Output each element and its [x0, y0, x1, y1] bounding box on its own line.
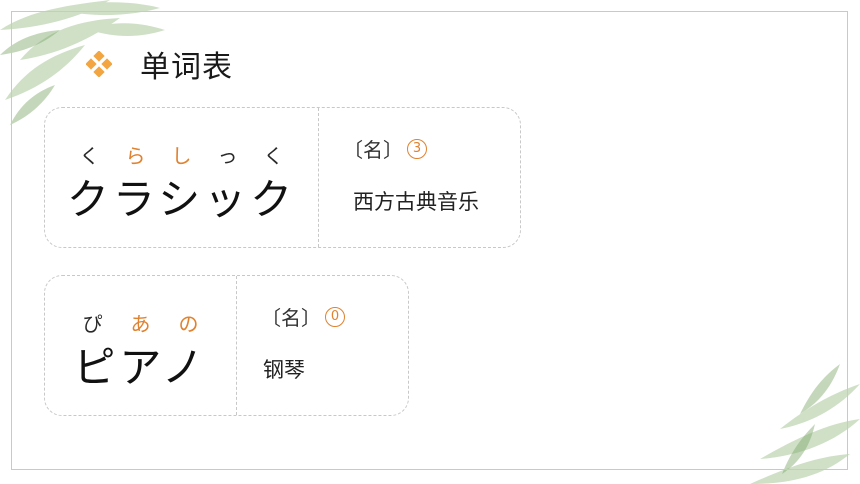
part-of-speech-line: 〔名〕 3: [343, 134, 427, 163]
pitch-accent-badge: 3: [407, 138, 427, 159]
furigana-char: く: [263, 144, 284, 168]
furigana-char: の: [178, 312, 199, 336]
vocab-card: く ら し っ く クラシック 〔名〕 3 西方古典音乐: [44, 107, 521, 248]
meaning-text: 钢琴: [263, 358, 305, 382]
part-of-speech-line: 〔名〕 0: [261, 302, 345, 331]
furigana-char: し: [171, 144, 192, 168]
word-pane: く ら し っ く クラシック: [45, 108, 319, 247]
furigana-char: ら: [125, 144, 146, 168]
page-title: 单词表: [140, 50, 233, 85]
word-pane: ぴ あ の ピアノ: [45, 276, 237, 415]
furigana-char: あ: [130, 312, 151, 336]
furigana-row: く ら し っ く: [45, 140, 318, 169]
meaning-pane: 〔名〕 3 西方古典音乐: [319, 108, 520, 247]
furigana-char: く: [79, 144, 100, 168]
katakana-word: クラシック: [66, 175, 297, 224]
part-of-speech: 〔名〕: [343, 138, 403, 162]
diamond-cluster-icon: [86, 51, 112, 77]
furigana-row: ぴ あ の: [45, 308, 236, 337]
title-row: 单词表: [86, 44, 233, 85]
furigana-char: っ: [217, 144, 238, 168]
meaning-pane: 〔名〕 0 钢琴: [237, 276, 408, 415]
part-of-speech: 〔名〕: [261, 306, 321, 330]
pitch-accent-badge: 0: [325, 306, 345, 327]
vocab-card: ぴ あ の ピアノ 〔名〕 0 钢琴: [44, 275, 409, 416]
furigana-char: ぴ: [82, 312, 103, 336]
katakana-word: ピアノ: [73, 343, 208, 392]
meaning-text: 西方古典音乐: [353, 190, 479, 214]
